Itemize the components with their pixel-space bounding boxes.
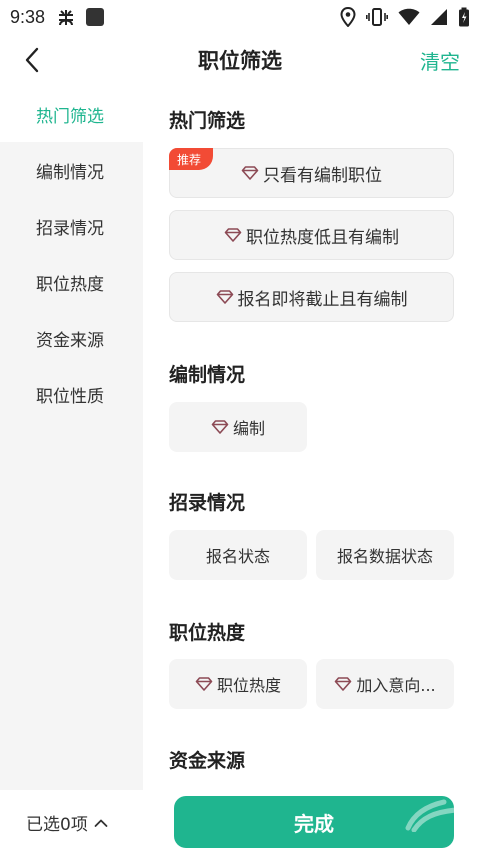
- sidebar-item-redu[interactable]: 职位热度: [0, 254, 143, 310]
- recommend-badge: 推荐: [169, 148, 214, 170]
- selected-count-label: 已选0项: [26, 815, 88, 835]
- battery-icon: [459, 7, 469, 27]
- option-signup-data-status[interactable]: 报名数据状态: [316, 530, 454, 580]
- location-icon: [340, 7, 356, 27]
- option-only-bianzhi[interactable]: 推荐 只看有编制职位: [169, 148, 454, 198]
- option-label: 职位热度低且有编制: [246, 227, 399, 248]
- option-label: 报名数据状态: [336, 547, 433, 566]
- done-label: 完成: [294, 811, 334, 836]
- sidebar-item-zijin[interactable]: 资金来源: [0, 310, 143, 366]
- option-signup-status[interactable]: 报名状态: [169, 530, 307, 580]
- diamond-icon: [216, 290, 234, 304]
- section-title-zijin: 资金来源: [169, 750, 246, 772]
- diamond-icon: [224, 228, 242, 242]
- section-title-hot: 热门筛选: [169, 110, 246, 132]
- status-time: 9:38: [10, 6, 46, 27]
- option-label: 只看有编制职位: [263, 165, 382, 186]
- selected-count-toggle[interactable]: 已选0项: [26, 810, 108, 835]
- sidebar-item-hot[interactable]: 热门筛选: [0, 86, 143, 142]
- filter-content[interactable]: 热门筛选 推荐 只看有编制职位 职位热度低且有编制 报名即将截止且有编制 编制情…: [143, 86, 480, 790]
- status-left-icons: [55, 7, 105, 27]
- bottom-bar: 已选0项 完成: [0, 790, 480, 853]
- wifi-icon: [398, 8, 420, 25]
- option-label: 职位热度: [216, 676, 281, 695]
- watermark-icon: [405, 799, 454, 832]
- bug-icon: [59, 10, 74, 26]
- diamond-icon: [241, 166, 259, 180]
- sidebar-item-xingzhi[interactable]: 职位性质: [0, 366, 143, 422]
- app-square-icon: [86, 8, 105, 26]
- signal-icon: [431, 9, 447, 25]
- option-join-intent[interactable]: 加入意向...: [316, 659, 454, 709]
- option-low-heat-bianzhi[interactable]: 职位热度低且有编制: [169, 210, 454, 260]
- section-title-zhaolu: 招录情况: [169, 492, 246, 514]
- sidebar-item-zhaolu[interactable]: 招录情况: [0, 198, 143, 254]
- done-button[interactable]: 完成: [174, 796, 454, 848]
- header: 职位筛选 清空: [0, 34, 480, 86]
- option-label: 编制: [232, 419, 265, 438]
- option-label: 加入意向...: [356, 676, 436, 695]
- sidebar-item-bianzhi[interactable]: 编制情况: [0, 142, 143, 198]
- option-position-heat[interactable]: 职位热度: [169, 659, 307, 709]
- page-title: 职位筛选: [198, 49, 282, 73]
- diamond-icon: [195, 677, 213, 691]
- chevron-up-icon: [94, 819, 108, 827]
- section-title-redu: 职位热度: [169, 622, 246, 644]
- option-label: 报名状态: [205, 547, 270, 566]
- section-title-bianzhi: 编制情况: [169, 364, 246, 386]
- option-bianzhi[interactable]: 编制: [169, 402, 307, 452]
- clear-button[interactable]: 清空: [420, 46, 460, 75]
- vibrate-icon: [366, 8, 388, 26]
- option-label: 报名即将截止且有编制: [237, 289, 408, 310]
- status-right-icons: [340, 7, 470, 27]
- status-bar: 9:38: [0, 0, 480, 34]
- option-deadline-soon-bianzhi[interactable]: 报名即将截止且有编制: [169, 272, 454, 322]
- sidebar: 热门筛选 编制情况 招录情况 职位热度 资金来源 职位性质: [0, 86, 143, 790]
- diamond-icon: [211, 420, 229, 434]
- diamond-icon: [334, 677, 352, 691]
